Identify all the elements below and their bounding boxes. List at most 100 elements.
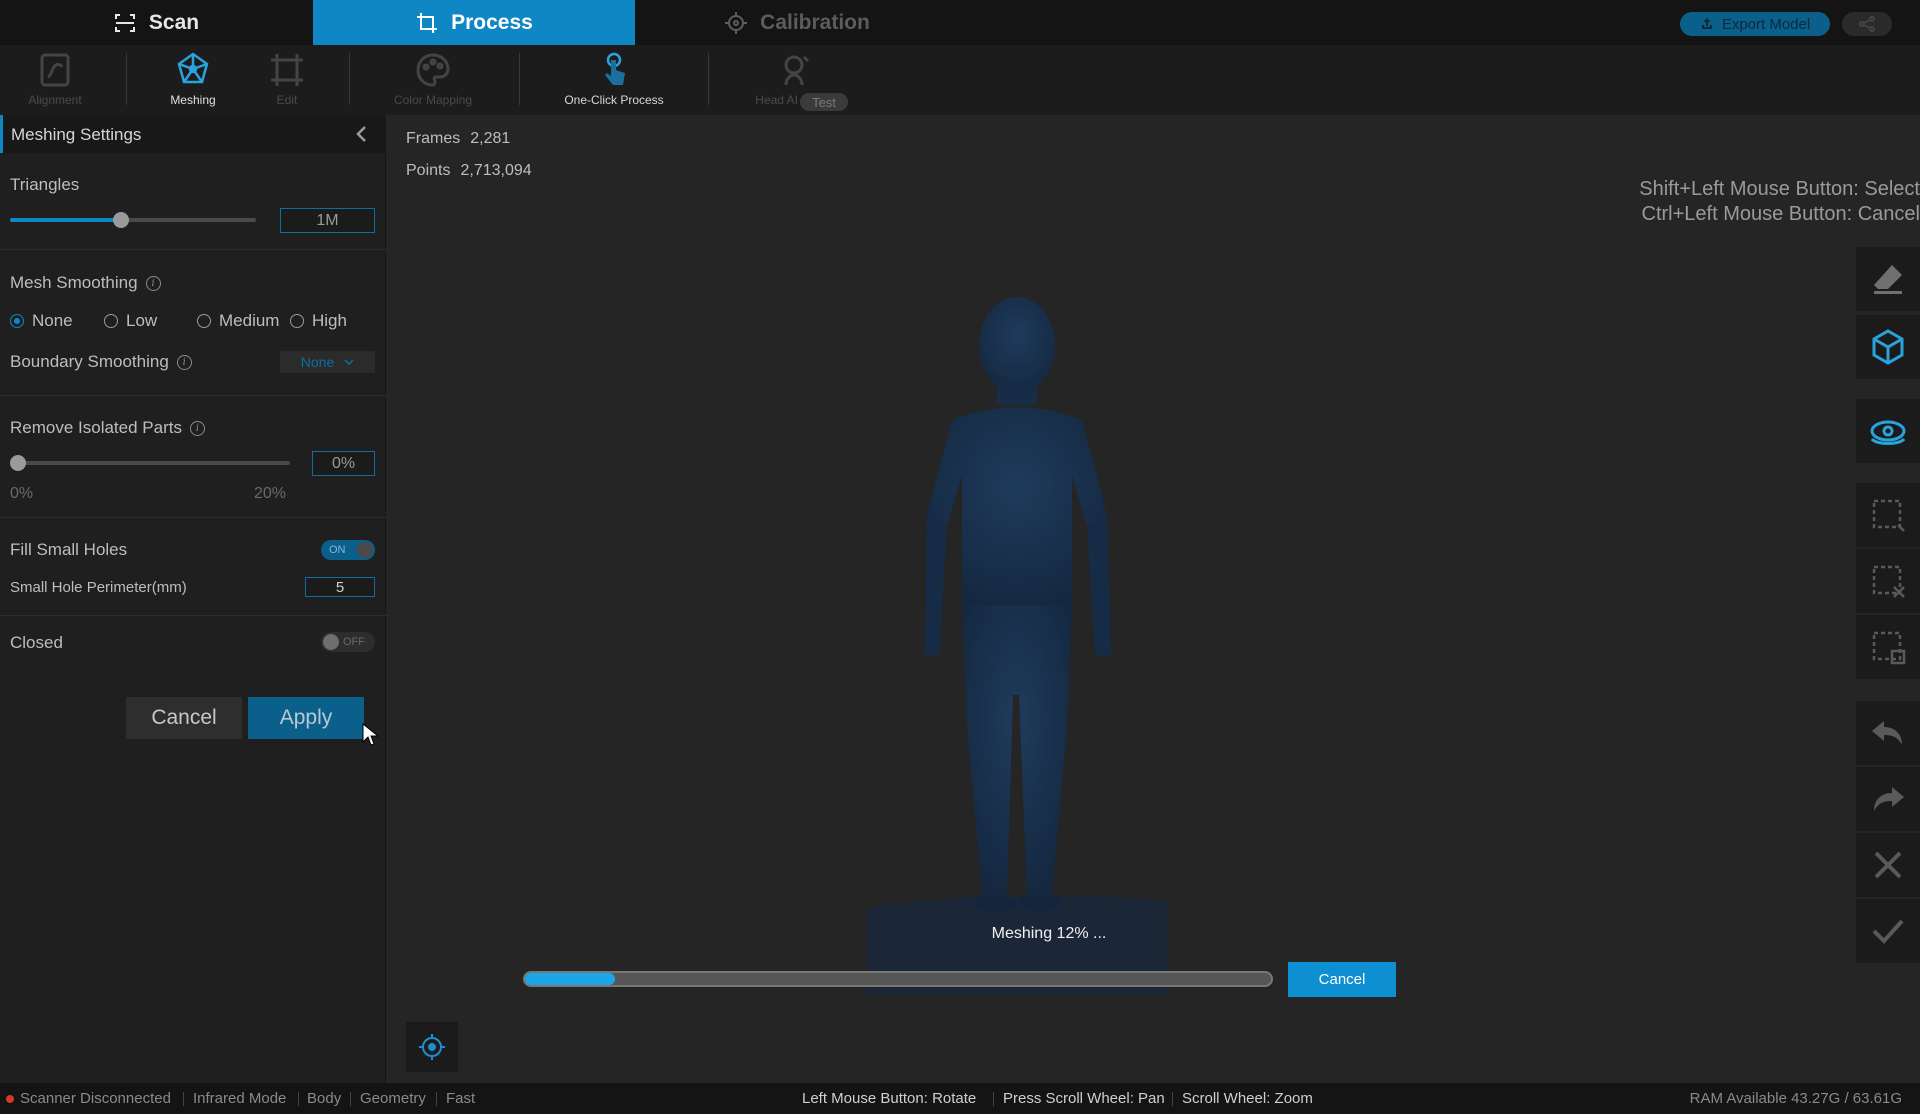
tool-one-click-label: One-Click Process (564, 93, 664, 107)
toolbar-separator (708, 53, 709, 105)
mouse-cursor-icon (362, 723, 378, 746)
mesh-smoothing-none-radio[interactable]: None (10, 311, 73, 331)
radio-dot (197, 314, 211, 328)
section-divider (0, 615, 386, 616)
eraser-tool[interactable] (1856, 247, 1920, 311)
tool-meshing-label: Meshing (170, 93, 216, 107)
collapse-chevron-icon[interactable] (352, 124, 372, 144)
radio-label: Medium (219, 311, 280, 330)
info-icon[interactable]: i (176, 354, 192, 370)
edit-icon (271, 54, 303, 86)
mesh-smoothing-medium-radio[interactable]: Medium (197, 311, 279, 331)
locate-button[interactable] (406, 1022, 458, 1072)
selection-hint: Shift+Left Mouse Button: Select Ctrl+Lef… (1639, 177, 1920, 227)
boundary-smoothing-dropdown[interactable]: None (280, 351, 375, 373)
mesh-view-tool[interactable] (1856, 315, 1920, 379)
status-separator (436, 1092, 437, 1106)
remove-isolated-slider[interactable] (10, 461, 290, 465)
remove-isolated-label: Remove Isolated Parts i (10, 418, 205, 438)
mesh-smoothing-high-radio[interactable]: High (290, 311, 347, 331)
process-icon (417, 12, 438, 33)
remove-isolated-value-input[interactable]: 0% (312, 451, 375, 476)
undo-tool[interactable] (1856, 701, 1920, 765)
rect-select-tool[interactable] (1856, 483, 1920, 547)
fill-small-holes-toggle[interactable]: ON (321, 540, 375, 560)
mesh-smoothing-label: Mesh Smoothing i (10, 273, 161, 293)
status-separator (1172, 1092, 1173, 1106)
tool-color-mapping[interactable]: Color Mapping (380, 45, 486, 115)
tab-scan[interactable]: Scan (0, 0, 312, 45)
mesh-smoothing-low-radio[interactable]: Low (104, 311, 157, 331)
tab-calibration[interactable]: Calibration (636, 0, 958, 45)
share-button[interactable] (1842, 12, 1892, 36)
tool-edit-label: Edit (276, 93, 298, 107)
deselect-tool[interactable] (1856, 549, 1920, 613)
palette-icon (416, 53, 450, 87)
geometry-status: Geometry (360, 1090, 426, 1107)
frames-label: Frames (406, 130, 461, 147)
tab-scan-label: Scan (148, 10, 200, 34)
tab-process-label: Process (451, 10, 533, 34)
share-icon (1859, 16, 1875, 32)
discard-tool[interactable] (1856, 833, 1920, 897)
closed-toggle[interactable]: OFF (321, 632, 375, 652)
alignment-icon (40, 53, 70, 87)
tool-one-click-process[interactable]: One-Click Process (550, 45, 678, 115)
hint-select: Shift+Left Mouse Button: Select (1639, 178, 1920, 200)
triangles-slider-fill (10, 218, 121, 222)
cancel-button[interactable]: Cancel (126, 697, 242, 739)
status-separator (993, 1092, 994, 1106)
apply-button[interactable]: Apply (248, 697, 364, 739)
boundary-smoothing-label-text: Boundary Smoothing (10, 352, 169, 371)
small-hole-perimeter-input[interactable]: 5 (305, 577, 375, 597)
radio-dot (10, 314, 24, 328)
app-window: Scan Process Calibration Export Model Al… (0, 0, 1920, 1114)
export-icon (1701, 18, 1712, 29)
mode-status: Infrared Mode (193, 1090, 287, 1107)
boundary-smoothing-label: Boundary Smoothing i (10, 352, 192, 372)
3d-viewport[interactable]: Frames 2,281 Points 2,713,094 Shift+Left M… (387, 115, 1920, 1083)
tool-alignment[interactable]: Alignment (14, 45, 96, 115)
status-bar: Scanner Disconnected Infrared Mode Body … (0, 1083, 1920, 1114)
section-divider (0, 517, 386, 518)
body-status: Body (307, 1090, 342, 1107)
triangles-slider-handle[interactable] (112, 212, 129, 228)
pan-hint: Press Scroll Wheel: Pan (1003, 1090, 1165, 1107)
fill-small-holes-label-text: Fill Small Holes (10, 540, 128, 559)
info-icon[interactable]: i (189, 420, 205, 436)
mesh-smoothing-label-text: Mesh Smoothing (10, 273, 138, 292)
redo-tool[interactable] (1856, 767, 1920, 831)
slider-min-label: 0% (10, 485, 34, 502)
status-separator (183, 1092, 184, 1106)
panel-header: Meshing Settings (0, 115, 386, 153)
status-separator (350, 1092, 351, 1106)
status-separator (298, 1092, 299, 1106)
scan-icon (114, 13, 135, 32)
crosshair-icon (725, 11, 748, 34)
toolbar-separator (349, 53, 350, 105)
section-divider (0, 395, 386, 396)
select-delete-icon (1872, 631, 1906, 665)
tool-edit[interactable]: Edit (246, 45, 328, 115)
view-tool[interactable] (1856, 399, 1920, 463)
points-label: Points (406, 162, 451, 179)
closed-label-text: Closed (10, 633, 63, 652)
remove-isolated-label-text: Remove Isolated Parts (10, 418, 182, 437)
progress-label: Meshing 12% ... (991, 925, 1107, 942)
delete-selection-tool[interactable] (1856, 615, 1920, 679)
tab-process[interactable]: Process (313, 0, 635, 45)
remove-isolated-slider-handle[interactable] (10, 455, 26, 471)
tool-color-mapping-label: Color Mapping (393, 93, 473, 107)
tool-meshing[interactable]: Meshing (152, 45, 234, 115)
toolbar-separator (519, 53, 520, 105)
export-model-button[interactable]: Export Model (1680, 12, 1830, 36)
confirm-tool[interactable] (1856, 899, 1920, 963)
eraser-icon (1874, 265, 1902, 294)
triangles-value-input[interactable]: 1M (280, 208, 375, 233)
progress-cancel-button[interactable]: Cancel (1288, 962, 1396, 997)
select-add-icon (1872, 499, 1905, 532)
info-icon[interactable]: i (145, 275, 161, 291)
scanner-status-text: Scanner Disconnected (20, 1090, 171, 1107)
radio-dot (104, 314, 118, 328)
points-value: 2,713,094 (460, 162, 532, 179)
